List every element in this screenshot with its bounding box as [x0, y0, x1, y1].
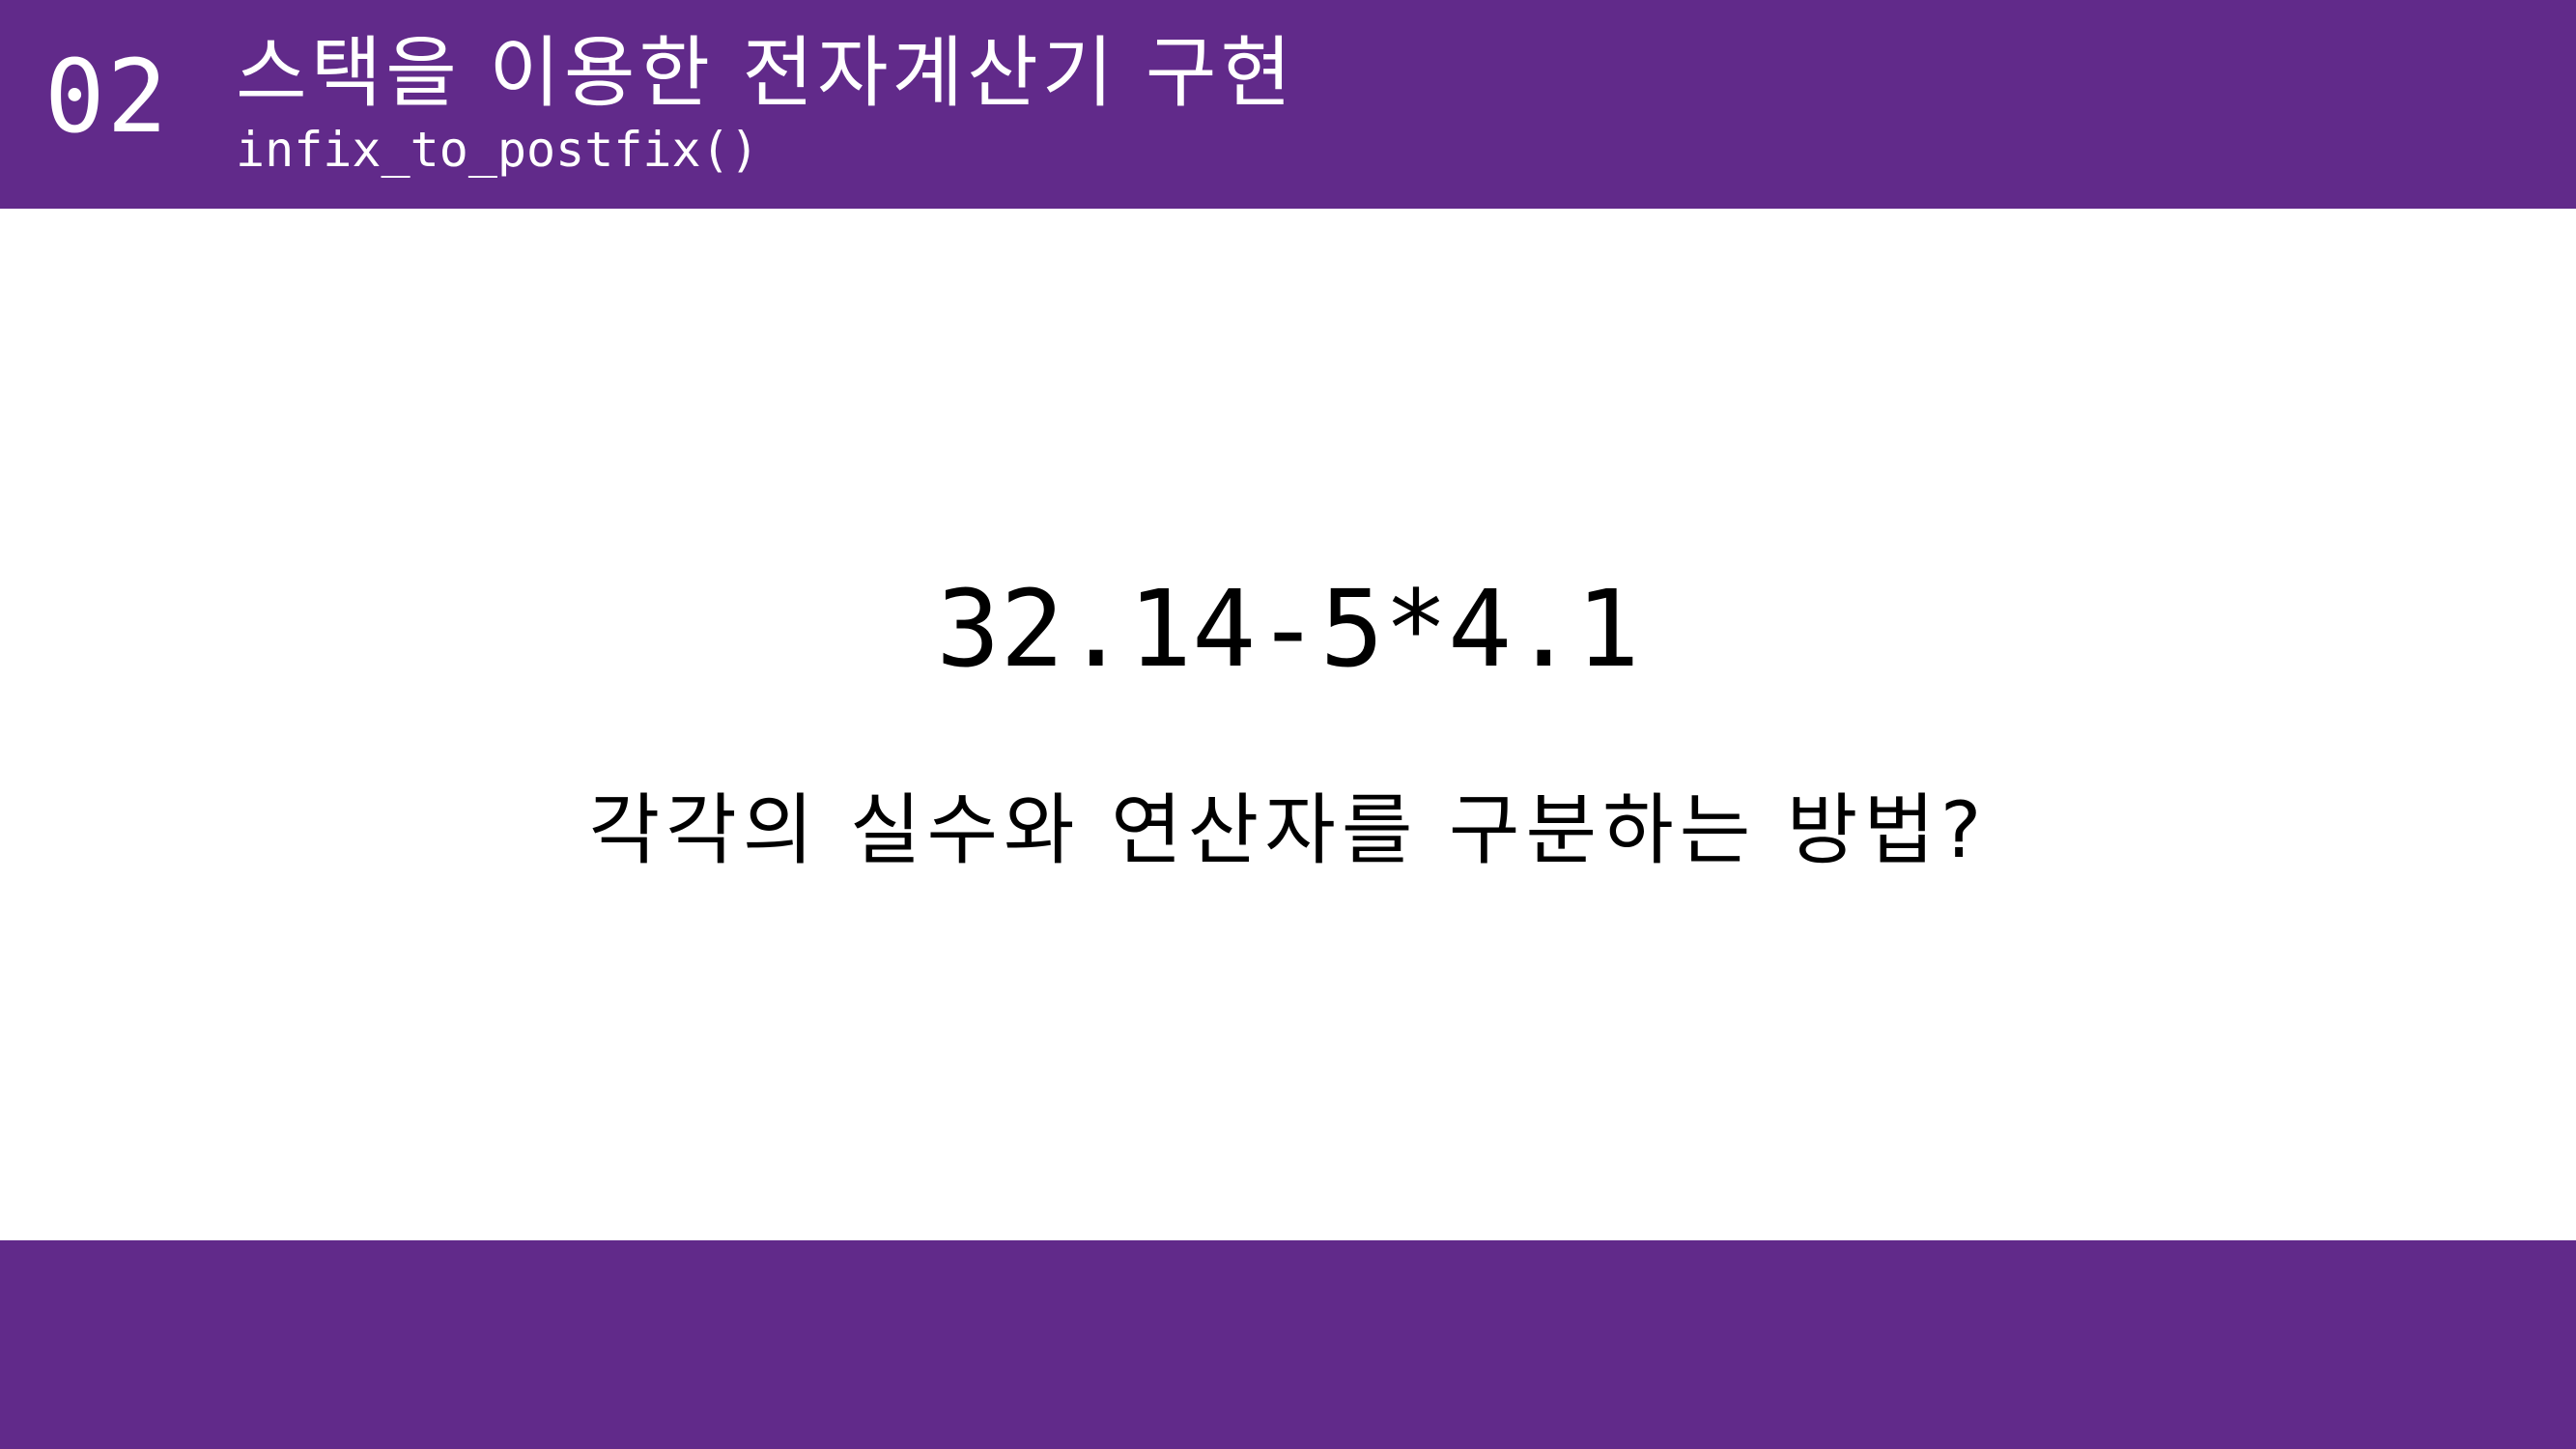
question-text: 각각의 실수와 연산자를 구분하는 방법?	[588, 785, 1988, 875]
footer-bar	[0, 1240, 2576, 1449]
math-expression: 32.14-5*4.1	[936, 567, 1640, 691]
section-number: 02	[44, 38, 170, 156]
slide-title: 스택을 이용한 전자계산기 구현	[236, 28, 1296, 118]
slide-subtitle: infix_to_postfix()	[236, 122, 759, 178]
header-bar: 02 스택을 이용한 전자계산기 구현 infix_to_postfix()	[0, 0, 2576, 209]
slide-body: 32.14-5*4.1 각각의 실수와 연산자를 구분하는 방법?	[0, 209, 2576, 1240]
